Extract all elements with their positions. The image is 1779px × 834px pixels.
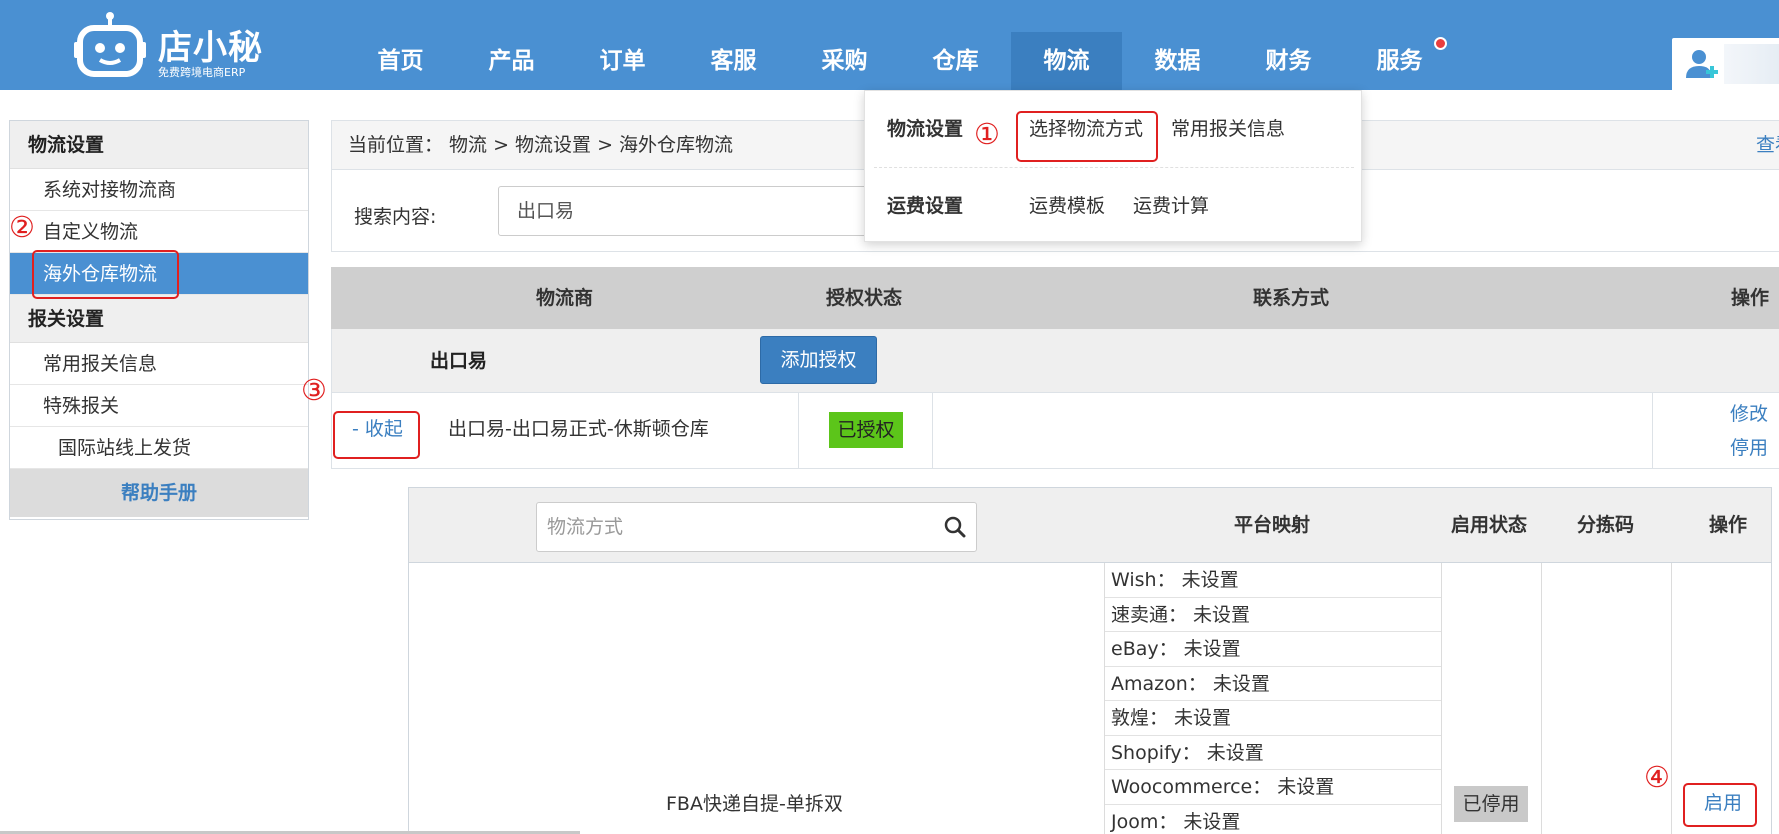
col-enabled-status: 启用状态 — [1451, 514, 1528, 536]
col-method-action: 操作 — [1709, 514, 1748, 536]
sidebar-item-customs-info[interactable]: 常用报关信息 — [10, 343, 308, 385]
col-contact: 联系方式 — [1253, 287, 1330, 309]
column-divider — [1671, 563, 1672, 834]
list-item: Joom： 未设置 — [1105, 805, 1441, 834]
method-search-input[interactable]: 物流方式 — [536, 502, 977, 552]
nav-item-finance[interactable]: 财务 — [1233, 32, 1344, 90]
method-search-placeholder: 物流方式 — [547, 516, 624, 538]
main-nav: 首页 产品 订单 客服 采购 仓库 物流 数据 财务 服务 — [345, 32, 1455, 90]
brand-logo[interactable]: 店小秘 免费跨境电商ERP — [74, 12, 264, 82]
highlight-enable — [1683, 783, 1757, 827]
sidebar-section-logistics: 物流设置 — [10, 121, 308, 169]
user-add-icon — [1686, 50, 1718, 78]
column-divider — [1441, 563, 1442, 834]
menu-item-freight-template[interactable]: 运费模板 — [1029, 168, 1105, 244]
nav-item-purchasing[interactable]: 采购 — [789, 32, 900, 90]
column-divider — [1541, 563, 1542, 834]
carrier-group-row: 出口易 添加授权 — [331, 329, 1779, 393]
dropdown-row-freight: 运费设置 运费模板 运费计算 — [874, 167, 1354, 243]
sidebar-item-custom-logistics[interactable]: 自定义物流 — [10, 211, 308, 253]
nav-item-home[interactable]: 首页 — [345, 32, 456, 90]
warehouse-name: 出口易-出口易正式-休斯顿仓库 — [448, 418, 709, 440]
annotation-step-3: ③ — [301, 373, 327, 407]
platform-mapping-list: Wish： 未设置 速卖通： 未设置 eBay： 未设置 Amazon： 未设置… — [1105, 563, 1441, 834]
dropdown-title-logistics-settings: 物流设置 — [887, 118, 964, 140]
annotation-step-4: ④ — [1644, 760, 1670, 794]
status-badge-disabled: 已停用 — [1454, 786, 1528, 822]
user-menu[interactable] — [1672, 38, 1779, 90]
col-provider: 物流商 — [536, 287, 594, 309]
col-platform-mapping: 平台映射 — [1234, 514, 1311, 536]
nav-item-orders[interactable]: 订单 — [567, 32, 678, 90]
edit-link[interactable]: 修改 — [1730, 399, 1768, 426]
sidebar-item-intl-shipping[interactable]: 国际站线上发货 — [10, 427, 308, 469]
nav-item-data[interactable]: 数据 — [1122, 32, 1233, 90]
notification-dot — [1434, 37, 1447, 50]
highlight-select-method — [1016, 111, 1158, 162]
dropdown-title-freight-settings: 运费设置 — [887, 195, 964, 217]
list-item: Amazon： 未设置 — [1105, 667, 1441, 701]
user-name-blurred — [1724, 44, 1779, 84]
column-divider — [932, 393, 933, 469]
shipping-method-name: FBA快递自提-单拆双 — [666, 793, 843, 815]
carrier-name: 出口易 — [430, 350, 488, 372]
sidebar-item-system-carriers[interactable]: 系统对接物流商 — [10, 169, 308, 211]
search-input[interactable]: 出口易 — [498, 186, 898, 236]
robot-logo-icon — [74, 12, 146, 77]
breadcrumb-view-link[interactable]: 查看 — [1756, 121, 1779, 169]
status-badge-authorized: 已授权 — [829, 412, 903, 448]
col-action: 操作 — [1731, 287, 1770, 309]
annotation-step-2: ② — [9, 210, 35, 244]
column-divider — [1652, 393, 1653, 469]
carrier-table-header: 物流商 授权状态 联系方式 操作 — [331, 267, 1779, 329]
list-item: Shopify： 未设置 — [1105, 736, 1441, 770]
annotation-step-1: ① — [974, 117, 1000, 151]
list-item: Wish： 未设置 — [1105, 563, 1441, 598]
nav-item-logistics[interactable]: 物流 — [1011, 32, 1122, 90]
col-sort-code: 分拣码 — [1577, 514, 1635, 536]
list-item: 敦煌： 未设置 — [1105, 701, 1441, 736]
list-item: 速卖通： 未设置 — [1105, 598, 1441, 632]
help-manual-link[interactable]: 帮助手册 — [10, 469, 308, 517]
menu-item-freight-calc[interactable]: 运费计算 — [1133, 168, 1209, 244]
menu-item-customs-info[interactable]: 常用报关信息 — [1171, 91, 1285, 167]
table-row: - 收起 出口易-出口易正式-休斯顿仓库 已授权 修改 停用 — [331, 393, 1779, 469]
method-table-header: 物流方式 平台映射 启用状态 分拣码 操作 — [408, 487, 1772, 563]
list-item: Woocommerce： 未设置 — [1105, 770, 1441, 805]
method-table-body: FBA快递自提-单拆双 Wish： 未设置 速卖通： 未设置 eBay： 未设置… — [408, 563, 1772, 834]
brand-name: 店小秘 — [158, 28, 263, 68]
column-divider — [798, 393, 799, 469]
list-item: eBay： 未设置 — [1105, 632, 1441, 667]
top-nav-bar: 店小秘 免费跨境电商ERP 首页 产品 订单 客服 采购 仓库 物流 数据 财务… — [0, 0, 1779, 90]
nav-item-warehouse[interactable]: 仓库 — [900, 32, 1011, 90]
highlight-collapse — [333, 411, 420, 459]
nav-item-products[interactable]: 产品 — [456, 32, 567, 90]
brand-tagline: 免费跨境电商ERP — [158, 66, 246, 79]
add-authorization-button[interactable]: 添加授权 — [760, 336, 877, 384]
highlight-overseas-warehouse — [32, 250, 179, 299]
col-auth-status: 授权状态 — [826, 287, 903, 309]
breadcrumb-path: 当前位置： 物流 > 物流设置 > 海外仓库物流 — [348, 134, 734, 156]
search-icon[interactable] — [944, 516, 966, 538]
sidebar-section-customs: 报关设置 — [10, 295, 308, 343]
app-root: 店小秘 免费跨境电商ERP 首页 产品 订单 客服 采购 仓库 物流 数据 财务… — [0, 0, 1779, 834]
nav-item-customer-service[interactable]: 客服 — [678, 32, 789, 90]
left-sidebar: 物流设置 系统对接物流商 自定义物流 海外仓库物流 报关设置 常用报关信息 特殊… — [9, 120, 309, 520]
search-label: 搜索内容: — [354, 206, 437, 228]
disable-link[interactable]: 停用 — [1730, 433, 1768, 460]
sidebar-item-special-customs[interactable]: 特殊报关 — [10, 385, 308, 427]
